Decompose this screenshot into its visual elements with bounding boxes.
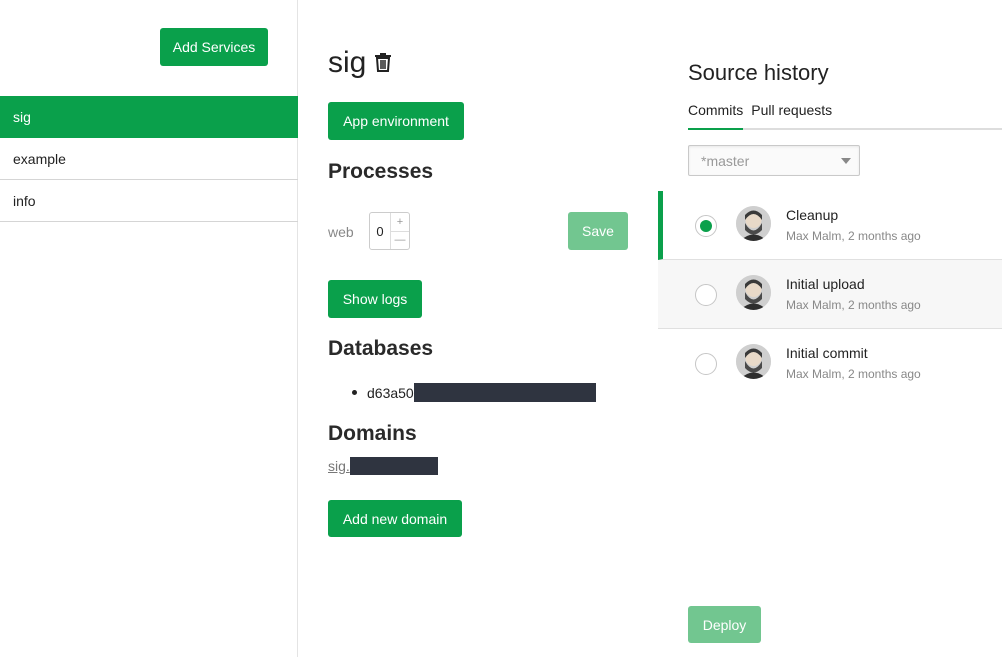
avatar bbox=[736, 206, 771, 241]
process-count-stepper[interactable]: 0 + — bbox=[369, 212, 410, 250]
commit-meta: Max Malm, 2 months ago bbox=[786, 229, 921, 243]
add-new-domain-button[interactable]: Add new domain bbox=[328, 500, 462, 537]
commit-row[interactable]: Initial commit Max Malm, 2 months ago bbox=[658, 329, 1002, 398]
sidebar: Add Services sig example info bbox=[0, 0, 298, 657]
database-list-item: d63a50 bbox=[352, 383, 596, 402]
app-name: sig bbox=[328, 46, 367, 79]
app-list: sig example info bbox=[0, 96, 298, 222]
commit-message: Initial commit bbox=[786, 345, 868, 361]
branch-select[interactable]: *master bbox=[688, 145, 860, 176]
redaction-block bbox=[349, 457, 438, 475]
sidebar-item-example[interactable]: example bbox=[0, 138, 298, 180]
domain-entry: sig. bbox=[328, 457, 438, 475]
domain-link[interactable]: sig. bbox=[328, 458, 350, 474]
commit-message: Cleanup bbox=[786, 207, 839, 223]
sidebar-item-info[interactable]: info bbox=[0, 180, 298, 222]
commit-row[interactable]: Initial upload Max Malm, 2 months ago bbox=[658, 260, 1002, 329]
decrement-button[interactable]: — bbox=[391, 232, 409, 250]
source-history-tabs: Commits Pull requests bbox=[688, 102, 1002, 130]
avatar bbox=[736, 275, 771, 310]
tab-commits[interactable]: Commits bbox=[688, 102, 744, 130]
app-environment-button[interactable]: App environment bbox=[328, 102, 464, 140]
databases-heading: Databases bbox=[328, 337, 434, 360]
add-services-button[interactable]: Add Services bbox=[160, 28, 268, 66]
trash-icon[interactable] bbox=[374, 46, 392, 80]
processes-heading: Processes bbox=[328, 160, 434, 183]
commit-meta: Max Malm, 2 months ago bbox=[786, 298, 921, 312]
deploy-button[interactable]: Deploy bbox=[688, 606, 761, 643]
database-name: d63a50 bbox=[367, 384, 414, 401]
stepper-controls: + — bbox=[390, 213, 409, 249]
redaction-block bbox=[413, 383, 596, 402]
process-count-value[interactable]: 0 bbox=[370, 213, 390, 249]
domains-heading: Domains bbox=[328, 422, 417, 445]
sidebar-item-sig[interactable]: sig bbox=[0, 96, 298, 138]
chevron-down-icon bbox=[841, 158, 851, 164]
tab-pull-requests[interactable]: Pull requests bbox=[751, 102, 832, 130]
bullet bbox=[352, 390, 357, 395]
branch-select-value: *master bbox=[701, 152, 750, 169]
commit-message: Initial upload bbox=[786, 276, 865, 292]
show-logs-button[interactable]: Show logs bbox=[328, 280, 422, 318]
avatar bbox=[736, 344, 771, 379]
commit-radio[interactable] bbox=[695, 284, 717, 306]
source-history-title: Source history bbox=[688, 60, 829, 85]
save-button[interactable]: Save bbox=[568, 212, 628, 250]
page-title: sig bbox=[328, 46, 392, 80]
commit-radio[interactable] bbox=[695, 215, 717, 237]
commit-row[interactable]: Cleanup Max Malm, 2 months ago bbox=[658, 191, 1002, 260]
commit-meta: Max Malm, 2 months ago bbox=[786, 367, 921, 381]
commit-radio[interactable] bbox=[695, 353, 717, 375]
increment-button[interactable]: + bbox=[391, 213, 409, 232]
process-name-label: web bbox=[328, 224, 354, 240]
